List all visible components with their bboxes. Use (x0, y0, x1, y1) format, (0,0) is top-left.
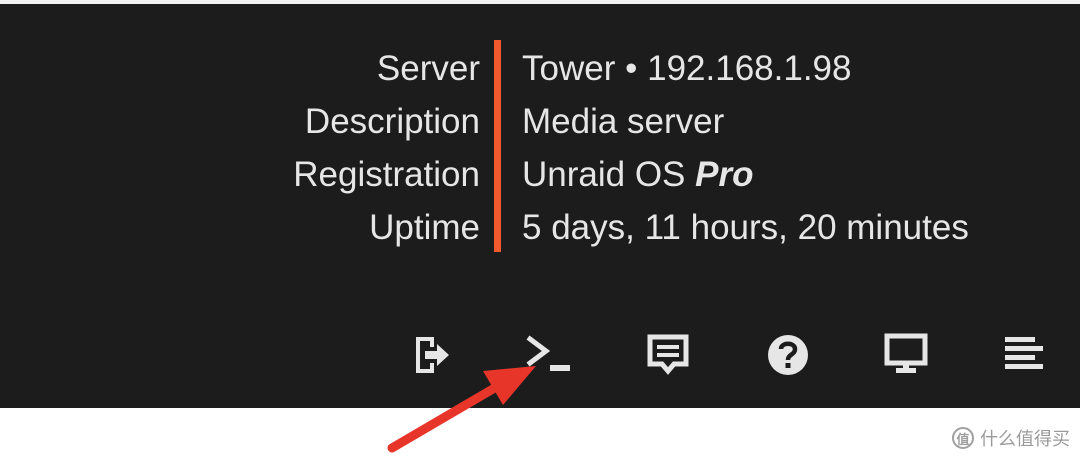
watermark-text: 什么值得买 (980, 429, 1070, 449)
terminal-icon[interactable] (526, 331, 574, 379)
log-icon[interactable] (1000, 331, 1048, 379)
label-uptime: Uptime (369, 208, 480, 247)
registration-tier: Pro (695, 155, 754, 194)
registration-os: Unraid OS (522, 155, 686, 194)
server-info-values: Tower • 192.168.1.98 Media server Unraid… (522, 42, 969, 254)
monitor-icon[interactable] (882, 331, 930, 379)
registration-value[interactable]: Unraid OS Pro (522, 148, 969, 201)
uptime-value: 5 days, 11 hours, 20 minutes (522, 208, 969, 247)
label-server: Server (376, 49, 480, 88)
logout-icon[interactable] (408, 331, 456, 379)
help-icon[interactable] (764, 331, 812, 379)
watermark-logo: 值 (952, 427, 974, 449)
label-registration: Registration (293, 155, 480, 194)
content-area (0, 408, 1080, 463)
label-description: Description (304, 102, 480, 141)
server-header: Server Description Registration Uptime T… (0, 4, 1080, 408)
accent-divider (494, 40, 501, 252)
watermark: 值 什么值得买 (952, 425, 1070, 451)
server-value: Tower • 192.168.1.98 (522, 42, 969, 95)
feedback-icon[interactable] (644, 331, 692, 379)
description-value[interactable]: Media server (522, 95, 969, 148)
server-name[interactable]: Tower (522, 49, 615, 88)
separator-dot: • (625, 49, 638, 88)
server-ip: 192.168.1.98 (647, 49, 852, 88)
server-info-labels: Server Description Registration Uptime (0, 42, 480, 254)
